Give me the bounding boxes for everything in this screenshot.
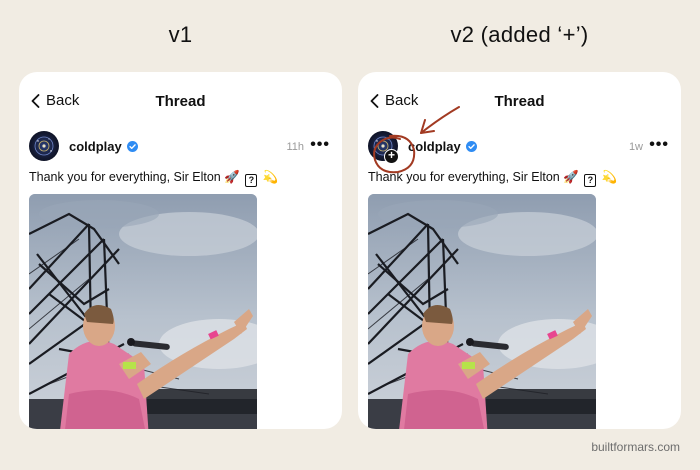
plus-badge-icon[interactable]: + (384, 149, 399, 164)
phone-screen-v2: Back Thread + coldplay 1w ••• Thank you … (358, 72, 681, 429)
comet-emoji: 💫 (262, 170, 279, 184)
post-time: 1w (628, 141, 643, 153)
post-header: coldplay 11h ••• (29, 130, 332, 166)
username[interactable]: coldplay (408, 139, 477, 154)
verified-badge-icon (126, 141, 138, 152)
more-icon[interactable]: ••• (649, 136, 669, 154)
back-label: Back (46, 92, 80, 109)
rocket-emoji: 🚀 (224, 170, 240, 184)
back-button[interactable]: Back (370, 92, 418, 109)
post-time: 11h (286, 141, 304, 153)
version-title-v1: v1 (168, 22, 193, 47)
back-label: Back (385, 92, 419, 109)
version-title-v2: v2 (added ‘+’) (450, 22, 589, 47)
unknown-glyph-icon: ? (584, 174, 597, 187)
concert-photo (368, 194, 596, 429)
chevron-left-icon (31, 93, 40, 108)
verified-badge-icon (465, 141, 477, 152)
avatar-art (34, 136, 54, 156)
caption-text: Thank you for everything, Sir Elton (368, 170, 560, 184)
post-caption: Thank you for everything, Sir Elton 🚀 ? … (29, 170, 334, 187)
comet-emoji: 💫 (601, 170, 618, 184)
chevron-left-icon (370, 93, 379, 108)
rocket-emoji: 🚀 (563, 170, 579, 184)
post-photo[interactable] (29, 194, 257, 429)
post-photo[interactable] (368, 194, 596, 429)
nav-bar: Back Thread (19, 72, 342, 130)
username[interactable]: coldplay (69, 139, 138, 154)
username-text: coldplay (408, 139, 461, 154)
back-button[interactable]: Back (31, 92, 79, 109)
avatar[interactable]: + (368, 131, 399, 164)
more-icon[interactable]: ••• (310, 136, 330, 154)
phone-screen-v1: Back Thread coldplay 11h ••• Thank you f… (19, 72, 342, 429)
username-text: coldplay (69, 139, 122, 154)
avatar[interactable] (29, 131, 59, 161)
nav-bar: Back Thread (358, 72, 681, 130)
post-caption: Thank you for everything, Sir Elton 🚀 ? … (368, 170, 673, 187)
unknown-glyph-icon: ? (245, 174, 258, 187)
concert-photo (29, 194, 257, 429)
caption-text: Thank you for everything, Sir Elton (29, 170, 221, 184)
watermark: builtformars.com (591, 440, 680, 454)
post-header: + coldplay 1w ••• (368, 130, 671, 166)
